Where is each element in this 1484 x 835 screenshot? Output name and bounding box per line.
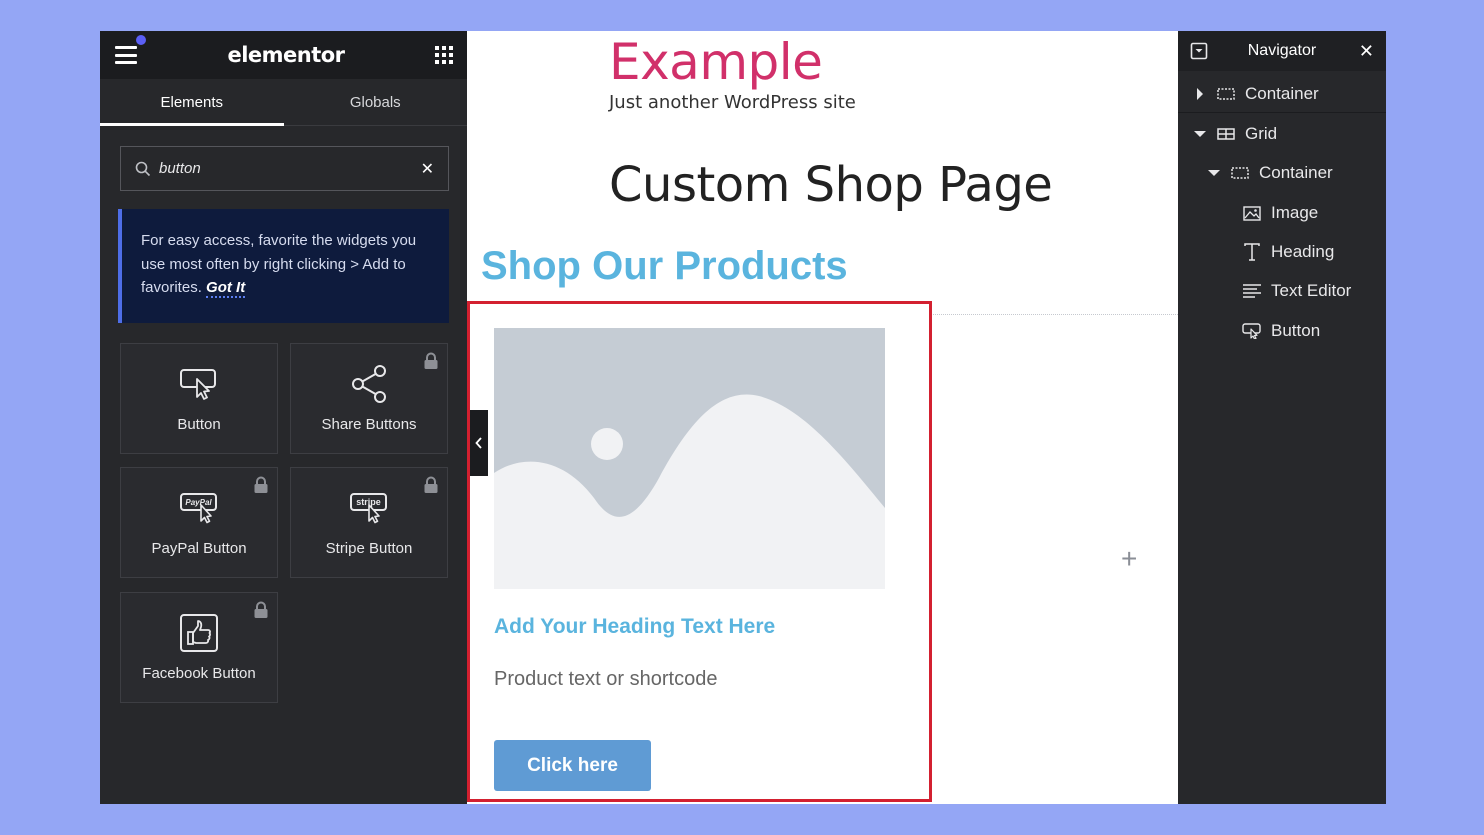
site-tagline: Just another WordPress site	[609, 92, 856, 113]
lock-icon	[254, 476, 268, 493]
nav-item-container[interactable]: Container	[1178, 75, 1386, 113]
widget-stripe-button[interactable]: stripe Stripe Button	[290, 467, 448, 578]
nav-item-button[interactable]: Button	[1178, 312, 1386, 350]
caret-right-icon[interactable]	[1194, 87, 1206, 100]
elementor-logo: elementor	[227, 43, 345, 67]
tip-text: For easy access, favorite the widgets yo…	[141, 232, 417, 296]
nav-item-label: Heading	[1271, 242, 1335, 261]
nav-item-text-editor[interactable]: Text Editor	[1178, 272, 1386, 310]
nav-item-label: Container	[1259, 163, 1333, 182]
heading-icon	[1242, 243, 1262, 261]
caret-down-icon[interactable]	[1194, 130, 1206, 138]
navigator-header: Navigator ✕	[1178, 31, 1386, 71]
panel-header: elementor	[100, 31, 467, 79]
widget-share-buttons[interactable]: Share Buttons	[290, 343, 448, 454]
grid-icon	[1216, 128, 1236, 140]
add-element-icon[interactable]: +	[1121, 544, 1137, 574]
tab-elements[interactable]: Elements	[100, 79, 284, 126]
elementor-panel: elementor Elements Globals ✕ For easy ac…	[100, 31, 467, 804]
tab-globals[interactable]: Globals	[284, 79, 468, 125]
widget-label: Button	[177, 416, 221, 433]
navigator-title: Navigator	[1247, 42, 1317, 59]
share-icon	[352, 365, 386, 403]
widget-paypal-button[interactable]: PayPal PayPal Button	[120, 467, 278, 578]
widget-button[interactable]: Button	[120, 343, 278, 454]
lock-icon	[424, 352, 438, 369]
notification-dot	[136, 35, 146, 45]
favorites-tip: For easy access, favorite the widgets yo…	[118, 209, 449, 323]
collapse-navigator-icon[interactable]	[1190, 42, 1208, 60]
menu-icon[interactable]	[115, 46, 137, 64]
nav-item-label: Container	[1245, 83, 1319, 103]
image-icon	[1242, 205, 1262, 221]
thumbs-up-icon	[180, 614, 218, 652]
button-icon	[1242, 323, 1262, 339]
widget-label: Share Buttons	[321, 416, 417, 433]
button-icon	[180, 369, 216, 400]
container-icon	[1216, 87, 1236, 100]
lock-icon	[424, 476, 438, 493]
page-canvas: Example Just another WordPress site Cust…	[467, 31, 1178, 804]
nav-item-image[interactable]: Image	[1178, 194, 1386, 232]
nav-item-label: Image	[1271, 203, 1319, 222]
svg-text:PayPal: PayPal	[185, 498, 212, 507]
panel-tabs: Elements Globals	[100, 79, 467, 126]
search-input[interactable]	[159, 160, 421, 177]
collapse-panel-toggle[interactable]	[470, 410, 488, 476]
stripe-icon: stripe	[350, 493, 387, 524]
widget-label: Stripe Button	[325, 540, 413, 557]
image-placeholder[interactable]	[494, 328, 885, 589]
chevron-left-icon	[475, 437, 482, 449]
widget-label: Facebook Button	[142, 665, 256, 682]
nav-item-container-inner[interactable]: Container	[1178, 154, 1386, 192]
search-icon	[135, 161, 151, 176]
section-divider	[933, 314, 1178, 315]
container-icon	[1230, 167, 1250, 179]
lock-icon	[254, 601, 268, 618]
nav-item-label: Text Editor	[1271, 281, 1352, 300]
caret-down-icon[interactable]	[1208, 169, 1220, 177]
nav-item-heading[interactable]: Heading	[1178, 233, 1386, 271]
widget-facebook-button[interactable]: Facebook Button	[120, 592, 278, 703]
page-title: Custom Shop Page	[609, 157, 1053, 213]
selected-product-container[interactable]: Add Your Heading Text Here Product text …	[467, 301, 932, 802]
nav-item-grid[interactable]: Grid	[1178, 115, 1386, 153]
text-editor-icon	[1242, 284, 1262, 298]
apps-grid-icon[interactable]	[435, 46, 453, 64]
section-heading[interactable]: Shop Our Products	[481, 244, 848, 289]
navigator-panel: Navigator ✕ Container Grid Container Ima…	[1178, 31, 1386, 804]
click-here-button[interactable]: Click here	[494, 740, 651, 791]
got-it-link[interactable]: Got It	[206, 279, 246, 298]
nav-item-label: Button	[1271, 321, 1321, 340]
card-text[interactable]: Product text or shortcode	[494, 668, 717, 691]
close-icon[interactable]: ✕	[1359, 41, 1374, 62]
paypal-icon: PayPal	[180, 493, 217, 524]
clear-search-icon[interactable]: ✕	[421, 159, 434, 179]
widget-search: ✕	[120, 146, 449, 191]
site-title[interactable]: Example	[609, 33, 823, 91]
image-placeholder-graphic	[494, 328, 885, 589]
card-heading[interactable]: Add Your Heading Text Here	[494, 615, 775, 639]
widget-label: PayPal Button	[151, 540, 247, 557]
nav-item-label: Grid	[1245, 124, 1278, 143]
